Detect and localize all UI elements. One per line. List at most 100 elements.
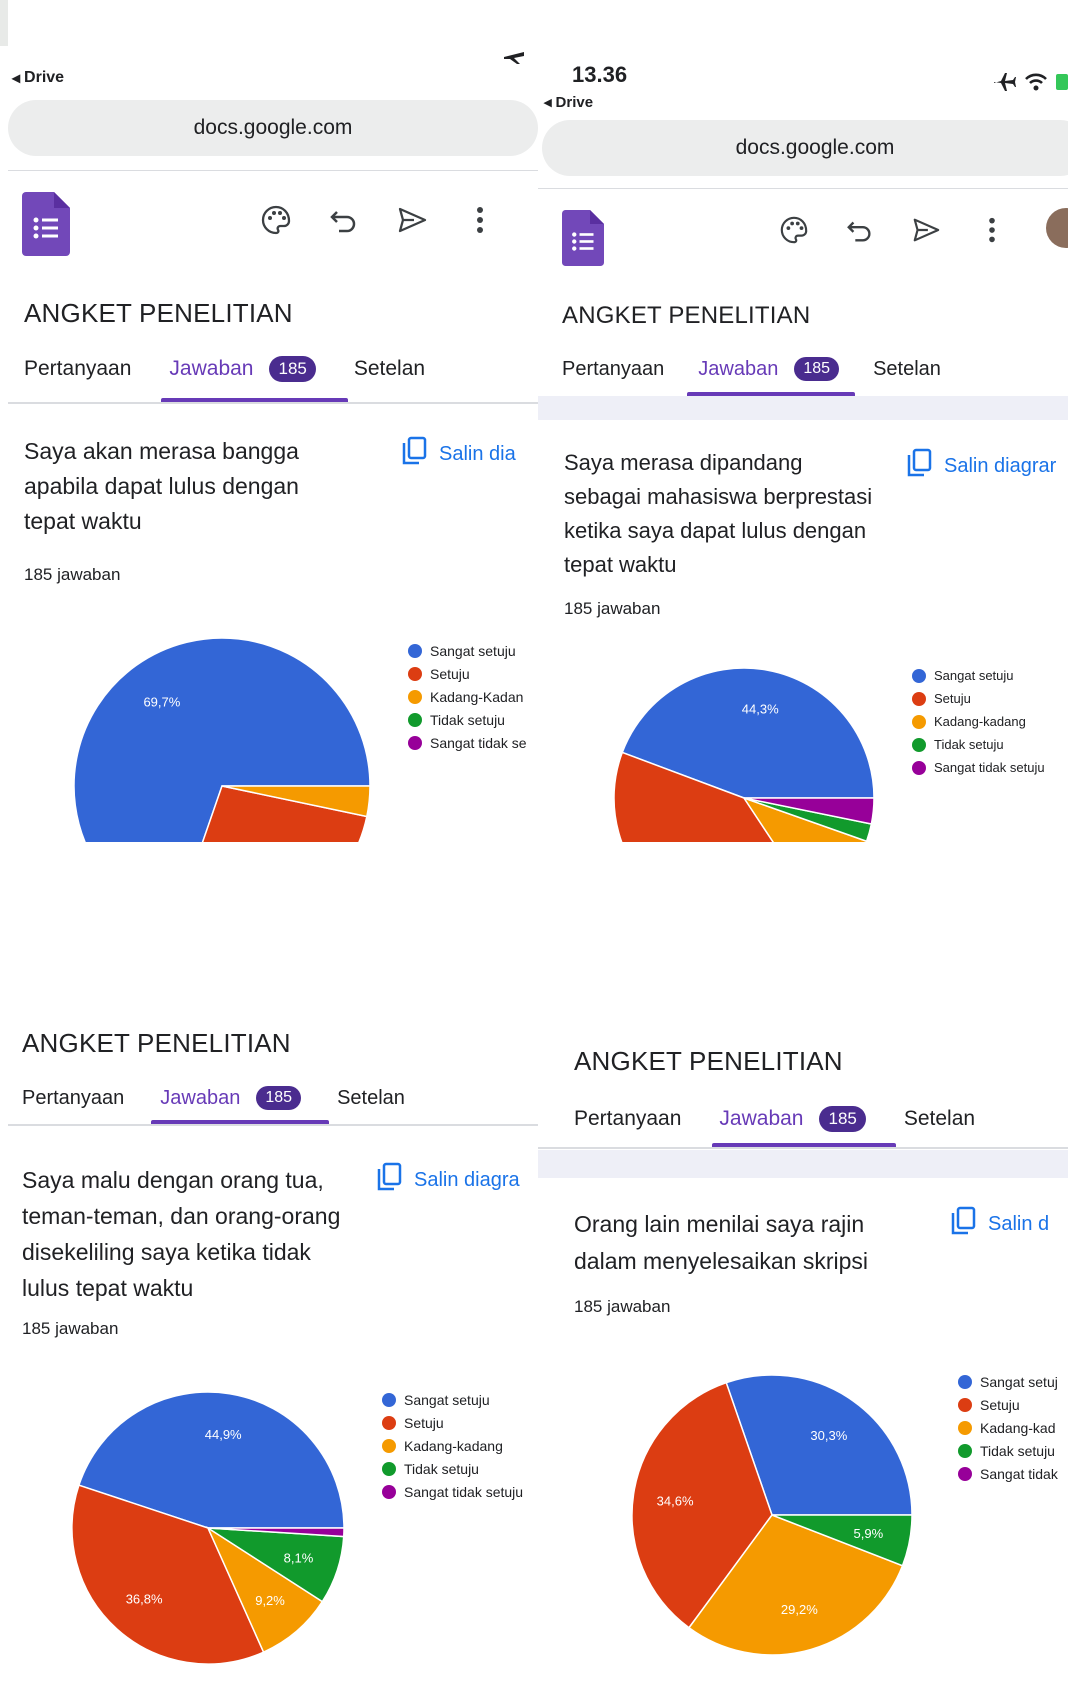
avatar[interactable] xyxy=(1046,208,1068,248)
undo-icon[interactable] xyxy=(326,202,362,238)
legend-label: Sangat tidak setuju xyxy=(934,760,1045,775)
legend-label: Sangat setuju xyxy=(934,668,1014,683)
legend-label: Sangat tidak setuju xyxy=(404,1483,524,1500)
undo-icon[interactable] xyxy=(842,212,878,248)
response-count-badge: 185 xyxy=(819,1106,866,1132)
legend-item-1: Sangat setuju xyxy=(408,639,527,662)
response-count-badge: 185 xyxy=(256,1086,302,1110)
legend-label: Tidak setuju xyxy=(980,1442,1055,1459)
legend-swatch xyxy=(912,714,926,729)
palette-icon[interactable] xyxy=(776,212,812,248)
legend-swatch xyxy=(912,760,926,775)
copy-chart-button[interactable]: Salin dia xyxy=(401,436,516,472)
legend-item-3: Kadang-Kadan xyxy=(408,685,527,708)
tab-questions[interactable]: Pertanyaan xyxy=(24,357,131,381)
legend-item-3: Kadang-kadang xyxy=(912,710,1045,733)
response-count: 185 jawaban xyxy=(564,599,661,618)
legend-swatch xyxy=(408,689,422,704)
legend-swatch xyxy=(408,643,422,658)
legend-label: Setuju xyxy=(934,691,971,706)
response-count-badge: 185 xyxy=(794,357,840,381)
form-title: ANGKET PENELITIAN xyxy=(562,302,811,329)
legend-label: Sangat setuj xyxy=(980,1373,1058,1390)
legend-item-5: Sangat tidak setuju xyxy=(382,1480,523,1503)
status-bar: ◂ Drive xyxy=(8,0,538,87)
divider xyxy=(8,170,538,171)
tab-questions[interactable]: Pertanyaan xyxy=(574,1107,681,1131)
tab-settings[interactable]: Setelan xyxy=(873,358,941,381)
legend-swatch xyxy=(408,735,422,750)
pie-data-label-2: 36,8% xyxy=(126,1592,163,1607)
legend-swatch xyxy=(958,1466,972,1481)
legend-label: Sangat setuju xyxy=(430,642,516,659)
back-to-drive[interactable]: ◂ Drive xyxy=(544,93,593,112)
toolbar xyxy=(8,180,538,260)
tab-bar: Pertanyaan Jawaban 185 Setelan xyxy=(574,1106,975,1132)
chart-legend: Sangat setuj Setuju Kadang-kad Tidak setuju… xyxy=(958,1370,1058,1485)
more-vert-icon[interactable] xyxy=(974,212,1010,248)
legend-item-2: Setuju xyxy=(408,662,527,685)
copy-chart-button[interactable]: Salin diagrar xyxy=(906,448,1056,484)
tab-responses[interactable]: Jawaban 185 xyxy=(719,1106,866,1132)
palette-icon[interactable] xyxy=(258,202,294,238)
response-count: 185 jawaban xyxy=(574,1297,671,1316)
more-vert-icon[interactable] xyxy=(462,202,498,238)
pie-data-label-4: 5,9% xyxy=(854,1526,884,1541)
legend-label: Tidak setuju xyxy=(430,711,505,728)
status-bar: 13.36 ◂ Drive xyxy=(538,0,1068,111)
send-icon[interactable] xyxy=(908,212,944,248)
divider xyxy=(538,1147,1068,1149)
legend-swatch xyxy=(382,1415,396,1430)
legend-swatch xyxy=(382,1392,396,1407)
response-count: 185 jawaban xyxy=(24,565,121,584)
wifi-icon xyxy=(1024,72,1048,97)
copy-chart-button[interactable]: Salin diagra xyxy=(376,1162,520,1198)
url-bar[interactable]: docs.google.com xyxy=(8,100,538,156)
copy-icon xyxy=(401,436,427,472)
send-icon[interactable] xyxy=(394,202,430,238)
panel-top-right: 13.36 ◂ Drive docs.google.com ANGKET PEN… xyxy=(538,0,1068,842)
pie-data-label-4: 8,1% xyxy=(284,1551,314,1566)
airplane-icon xyxy=(992,72,1016,97)
tab-responses[interactable]: Jawaban 185 xyxy=(160,1086,302,1110)
tab-responses[interactable]: Jawaban 185 xyxy=(698,357,840,381)
legend-label: Sangat setuju xyxy=(404,1391,490,1408)
url-bar[interactable]: docs.google.com xyxy=(542,120,1068,176)
pie-data-label-1: 44,9% xyxy=(205,1427,242,1442)
chart-legend: Sangat setuju Setuju Kadang-kadang Tidak se… xyxy=(382,1388,523,1503)
response-count-badge: 185 xyxy=(269,356,316,382)
legend-swatch xyxy=(912,668,926,683)
form-title: ANGKET PENELITIAN xyxy=(22,1028,291,1058)
divider xyxy=(8,402,538,404)
question-text: Saya malu dengan orang tua, teman-teman,… xyxy=(22,1167,341,1301)
tab-settings[interactable]: Setelan xyxy=(904,1107,975,1131)
section-separator xyxy=(538,1150,1068,1178)
chart-legend: Sangat setuju Setuju Kadang-kadang Tidak se… xyxy=(912,664,1045,779)
back-to-drive[interactable]: ◂ Drive xyxy=(12,68,64,88)
tab-settings[interactable]: Setelan xyxy=(337,1087,405,1110)
legend-swatch xyxy=(958,1397,972,1412)
legend-swatch xyxy=(912,691,926,706)
copy-chart-button[interactable]: Salin d xyxy=(950,1206,1049,1242)
pie-chart: 44,3%40%10,3% xyxy=(613,667,875,842)
status-time: 13.36 xyxy=(572,62,628,87)
question-text: Orang lain menilai saya rajin dalam meny… xyxy=(574,1211,869,1274)
legend-swatch xyxy=(408,712,422,727)
chart-legend: Sangat setuju Setuju Kadang-Kadan Tidak set… xyxy=(408,639,527,754)
tab-settings[interactable]: Setelan xyxy=(354,357,425,381)
section-separator xyxy=(538,396,1068,420)
pie-data-label-3: 29,2% xyxy=(781,1602,818,1617)
legend-item-5: Sangat tidak setuju xyxy=(912,756,1045,779)
battery-icon xyxy=(1056,72,1068,97)
legend-swatch xyxy=(382,1461,396,1476)
legend-item-1: Sangat setuj xyxy=(958,1370,1058,1393)
tab-questions[interactable]: Pertanyaan xyxy=(22,1087,124,1110)
legend-label: Sangat tidak se xyxy=(430,734,527,751)
pie-chart: 30,3% 34,6% 29,2% 5,9% xyxy=(631,1374,913,1656)
copy-icon xyxy=(906,448,932,484)
tab-questions[interactable]: Pertanyaan xyxy=(562,358,664,381)
legend-label: Setuju xyxy=(430,665,470,682)
panel-top-left: ◂ Drive docs.google.com ANGKET PENELITIA… xyxy=(8,0,538,842)
tab-responses[interactable]: Jawaban 185 xyxy=(169,356,316,382)
legend-label: Kadang-Kadan xyxy=(430,688,524,705)
